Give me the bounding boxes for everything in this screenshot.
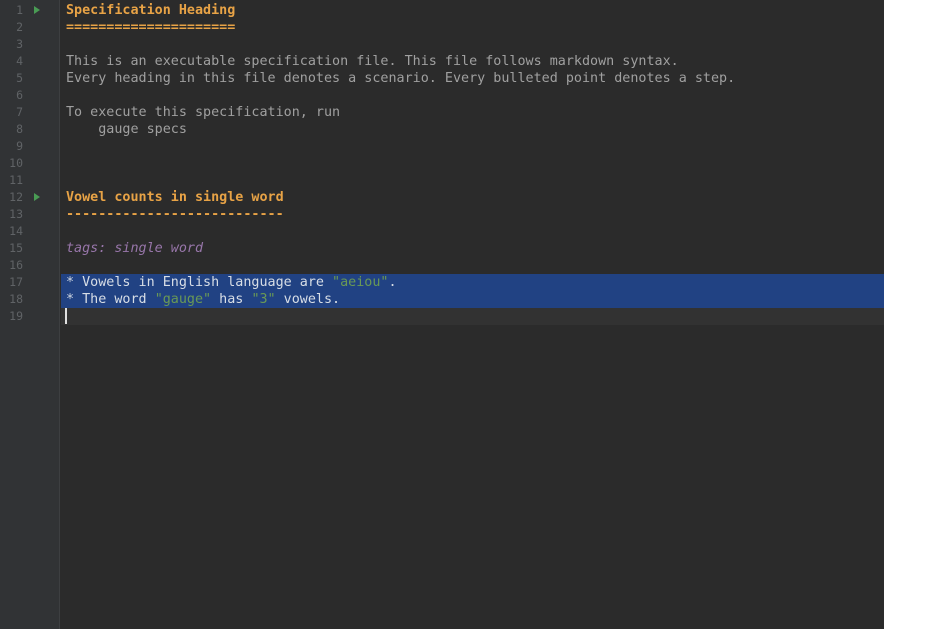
gutter-line: 10 — [0, 155, 60, 172]
line-number: 13 — [9, 207, 23, 221]
line-number: 8 — [16, 122, 23, 136]
step-text: vowels. — [275, 292, 341, 307]
code-line[interactable]: Specification Heading — [61, 2, 884, 19]
gutter-line: 2 — [0, 19, 60, 36]
line-number: 9 — [16, 139, 23, 153]
run-gutter-icon[interactable] — [34, 6, 40, 14]
step-bullet: * — [66, 275, 75, 290]
gutter-line: 13 — [0, 206, 60, 223]
code-area[interactable]: Specification Heading ==================… — [61, 0, 884, 629]
line-number: 2 — [16, 20, 23, 34]
line-number: 18 — [9, 292, 23, 306]
scenario-underline: --------------------------- — [66, 207, 284, 222]
line-number-gutter[interactable]: 1 2 3 4 5 6 7 8 9 10 11 12 13 14 15 16 1… — [0, 0, 60, 629]
description-text: Every heading in this file denotes a sce… — [66, 71, 736, 86]
code-line[interactable]: --------------------------- — [61, 206, 884, 223]
line-number: 12 — [9, 190, 23, 204]
gutter-line: 12 — [0, 189, 60, 206]
gutter-line: 16 — [0, 257, 60, 274]
selected-step-line[interactable]: * Vowels in English language are "aeiou"… — [61, 274, 884, 291]
step-parameter: "gauge" — [154, 292, 212, 307]
command-text: gauge specs — [66, 122, 187, 137]
scenario-heading: Vowel counts in single word — [66, 190, 284, 205]
line-number: 14 — [9, 224, 23, 238]
gutter-line: 5 — [0, 70, 60, 87]
code-line[interactable]: Every heading in this file denotes a sce… — [61, 70, 884, 87]
gutter-line: 11 — [0, 172, 60, 189]
selected-step-line[interactable]: * The word "gauge" has "3" vowels. — [61, 291, 884, 308]
code-line[interactable]: To execute this specification, run — [61, 104, 884, 121]
spec-heading: Specification Heading — [66, 3, 236, 18]
gutter-line: 4 — [0, 53, 60, 70]
gutter-line: 3 — [0, 36, 60, 53]
line-number: 3 — [16, 37, 23, 51]
code-line[interactable]: Vowel counts in single word — [61, 189, 884, 206]
step-text: . — [388, 275, 397, 290]
gutter-line: 14 — [0, 223, 60, 240]
step-text: has — [211, 292, 252, 307]
gutter-line: 7 — [0, 104, 60, 121]
gutter-line: 6 — [0, 87, 60, 104]
text-caret — [65, 308, 67, 324]
editor-window[interactable]: 1 2 3 4 5 6 7 8 9 10 11 12 13 14 15 16 1… — [0, 0, 884, 629]
line-number: 4 — [16, 54, 23, 68]
code-line[interactable]: tags: single word — [61, 240, 884, 257]
code-line[interactable]: ===================== — [61, 19, 884, 36]
line-number: 17 — [9, 275, 23, 289]
gutter-line: 1 — [0, 2, 60, 19]
step-text: Vowels in English language are — [74, 275, 333, 290]
line-number: 11 — [9, 173, 23, 187]
line-number: 16 — [9, 258, 23, 272]
step-parameter: "aeiou" — [332, 275, 389, 290]
description-text: This is an executable specification file… — [66, 54, 679, 69]
line-number: 6 — [16, 88, 23, 102]
step-bullet: * — [66, 292, 75, 307]
gutter-line: 17 — [0, 274, 60, 291]
line-number: 10 — [9, 156, 23, 170]
gutter-line: 9 — [0, 138, 60, 155]
heading-underline: ===================== — [66, 20, 236, 35]
gutter-line: 18 — [0, 291, 60, 308]
line-number: 19 — [9, 309, 23, 323]
code-line[interactable]: This is an executable specification file… — [61, 53, 884, 70]
line-number: 7 — [16, 105, 23, 119]
gutter-line: 19 — [0, 308, 60, 325]
description-text: To execute this specification, run — [66, 105, 341, 120]
line-number: 5 — [16, 71, 23, 85]
line-number: 1 — [16, 3, 23, 17]
gutter-line: 8 — [0, 121, 60, 138]
line-number: 15 — [9, 241, 23, 255]
current-line[interactable] — [61, 308, 884, 325]
tags-line: tags: single word — [66, 241, 204, 256]
gutter-line: 15 — [0, 240, 60, 257]
step-parameter: "3" — [251, 292, 276, 307]
code-line[interactable]: gauge specs — [61, 121, 884, 138]
step-text: The word — [74, 292, 155, 307]
run-gutter-icon[interactable] — [34, 193, 40, 201]
